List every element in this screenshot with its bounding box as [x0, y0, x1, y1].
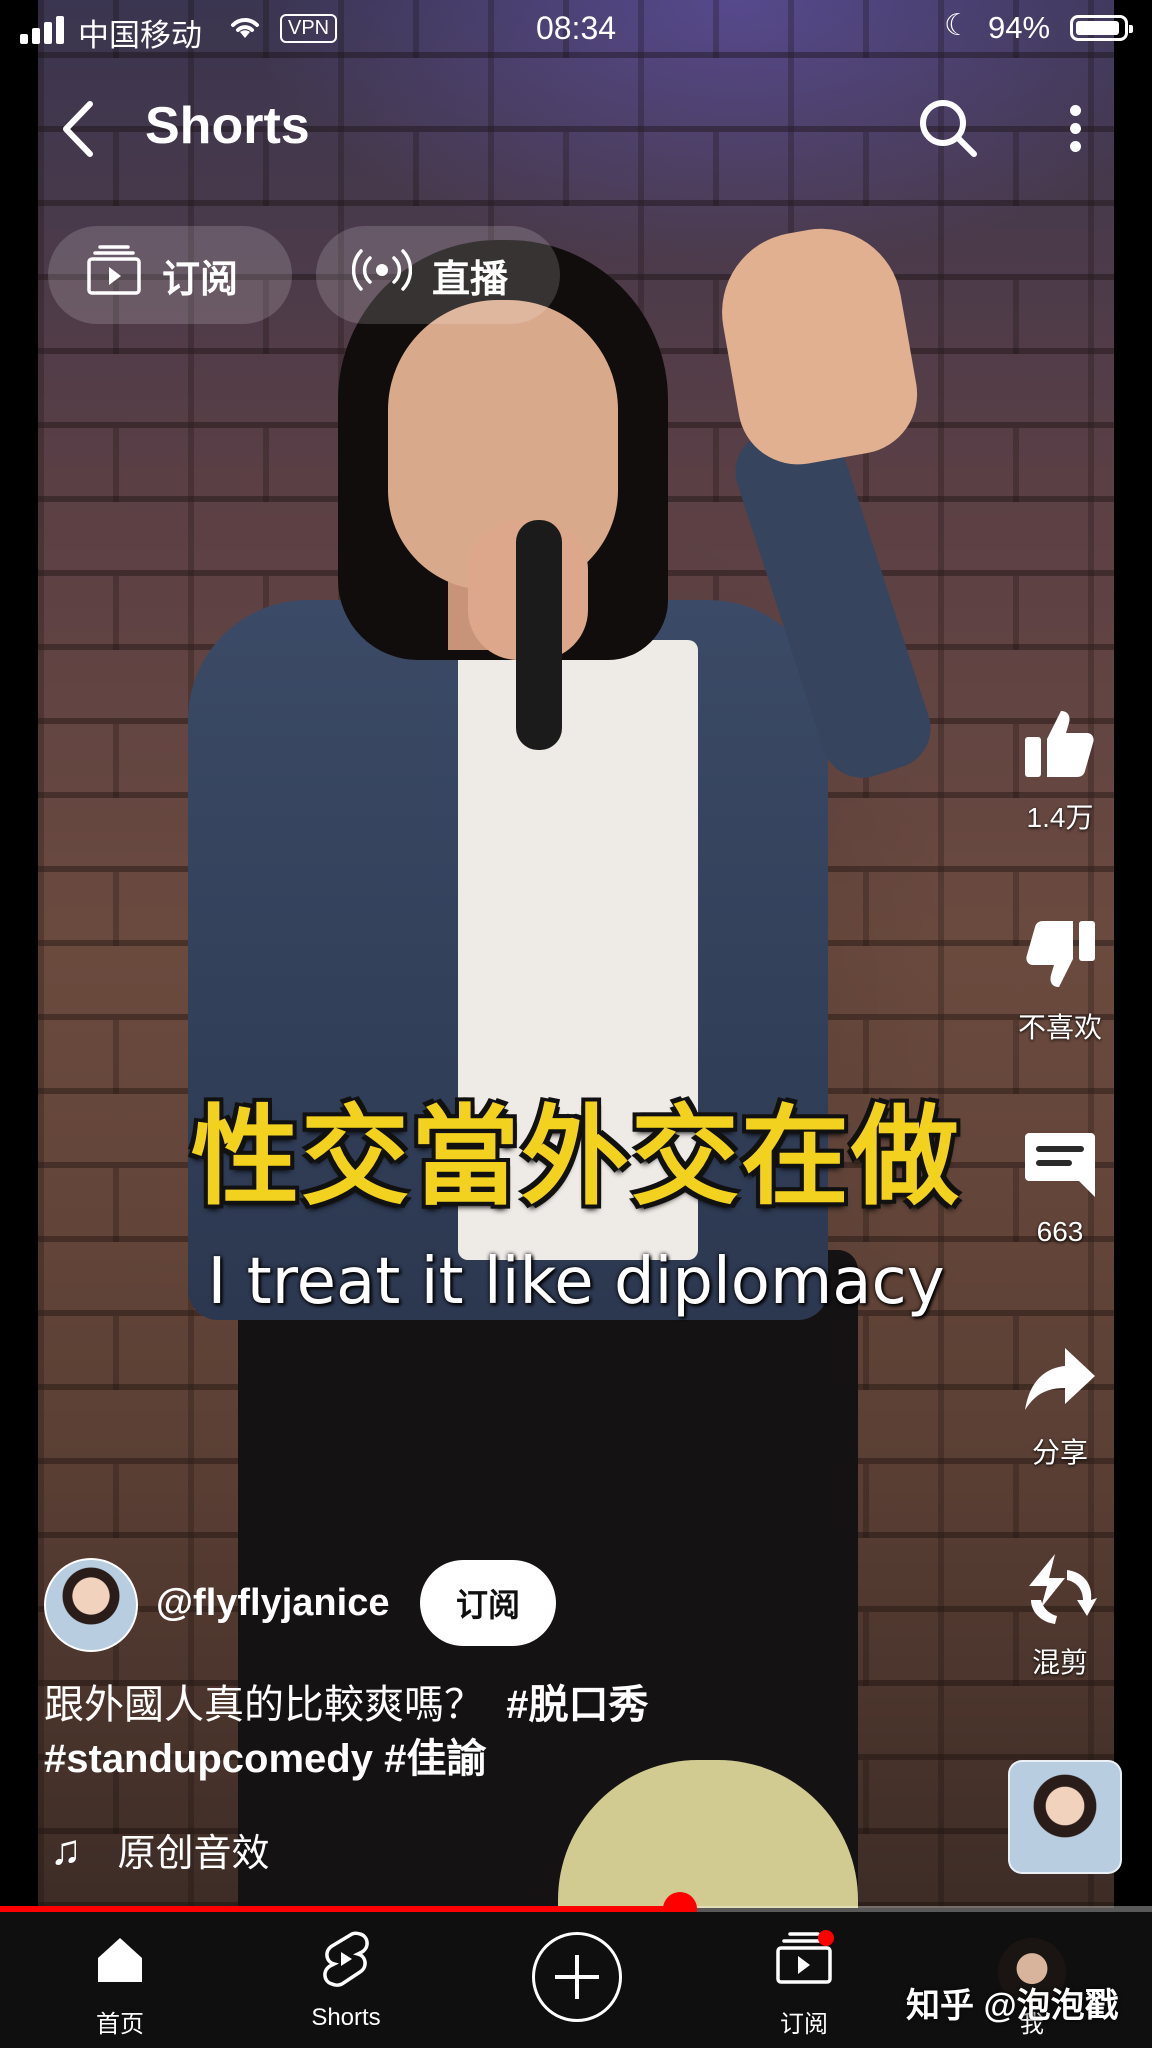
share-label: 分享 — [1031, 1437, 1088, 1468]
caption-english: I treat it like diplomacy — [207, 1245, 945, 1319]
subscriptions-icon — [86, 245, 142, 305]
nav-home[interactable]: 首页 — [40, 1912, 200, 2048]
home-icon — [98, 1938, 142, 1982]
description-text: 跟外國人真的比較爽嗎？ — [44, 1683, 484, 1727]
like-button[interactable]: 1.4万 — [990, 705, 1130, 836]
share-button[interactable]: 分享 — [990, 1340, 1130, 1471]
shorts-icon — [323, 1931, 369, 1987]
more-options-button[interactable] — [1060, 100, 1090, 160]
video-description[interactable]: 跟外國人真的比較爽嗎？ #脱口秀 #standupcomedy #佳諭 — [44, 1678, 804, 1786]
notification-dot — [818, 1930, 834, 1946]
clock: 08:34 — [535, 10, 617, 46]
thumbs-down-icon — [1026, 921, 1095, 987]
music-note-icon: ♫ — [50, 1825, 82, 1873]
nav-home-label: 首页 — [96, 2011, 144, 2038]
remix-label: 混剪 — [1031, 1647, 1088, 1678]
comment-count: 663 — [1036, 1216, 1084, 1247]
watermark: 知乎 @泡泡戳 — [906, 1987, 1119, 2025]
dislike-label: 不喜欢 — [1017, 1012, 1102, 1043]
nav-subscriptions-label: 订阅 — [780, 2011, 828, 2038]
battery-percent: 94% — [988, 10, 1051, 45]
sound-thumbnail[interactable] — [1008, 1760, 1122, 1874]
back-arrow-icon — [63, 101, 93, 157]
microphone — [516, 520, 562, 750]
subscriptions-icon — [776, 1930, 834, 1984]
dislike-button[interactable]: 不喜欢 — [990, 915, 1130, 1046]
sound-label: 原创音效 — [117, 1833, 270, 1875]
search-button[interactable] — [916, 96, 980, 160]
subscriptions-chip-label: 订阅 — [162, 258, 239, 301]
status-bar: 中国移动 VPN 08:34 ☾ 94% — [0, 0, 1152, 58]
live-broadcast-icon — [351, 248, 413, 302]
channel-handle[interactable]: @flyflyjanice — [156, 1582, 389, 1625]
remix-button[interactable]: 混剪 — [990, 1550, 1130, 1681]
live-chip-label: 直播 — [432, 258, 509, 301]
create-button[interactable] — [520, 1912, 680, 2048]
subscribe-button[interactable]: 订阅 — [420, 1560, 556, 1646]
nav-shorts[interactable]: Shorts — [266, 1912, 426, 2048]
nav-shorts-label: Shorts — [311, 2004, 381, 2031]
like-count: 1.4万 — [1026, 802, 1094, 833]
share-arrow-icon — [1025, 1348, 1095, 1410]
do-not-disturb-icon: ☾ — [944, 9, 971, 42]
remix-icon — [1029, 1554, 1097, 1624]
hashtag-link[interactable]: #脱口秀 — [506, 1683, 648, 1727]
channel-avatar[interactable] — [44, 1558, 138, 1652]
battery-icon — [1070, 15, 1133, 41]
add-icon — [532, 1932, 622, 2022]
more-vertical-icon — [1069, 105, 1081, 116]
back-button[interactable] — [54, 94, 104, 164]
hashtag-link[interactable]: #standupcomedy — [44, 1737, 373, 1781]
search-icon — [920, 100, 977, 157]
nav-subscriptions[interactable]: 订阅 — [724, 1912, 884, 2048]
comment-icon — [1025, 1133, 1095, 1197]
comments-button[interactable]: 663 — [990, 1125, 1130, 1248]
thumbs-up-icon — [1025, 711, 1094, 777]
sound-link[interactable]: ♫ 原创音效 — [50, 1822, 270, 1877]
page-title: Shorts — [145, 97, 310, 155]
live-chip[interactable]: 直播 — [316, 226, 560, 324]
hashtag-link[interactable]: #佳諭 — [384, 1737, 486, 1781]
caption-chinese: 性交當外交在做 — [190, 1095, 961, 1220]
subscriptions-chip[interactable]: 订阅 — [48, 226, 292, 324]
